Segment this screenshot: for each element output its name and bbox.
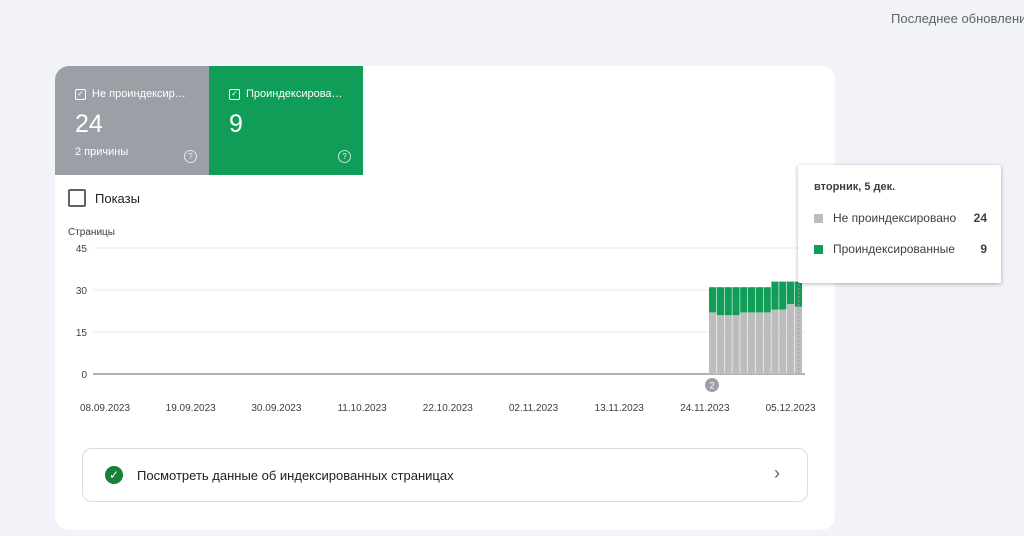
pages-chart: 0 15 30 45 08.09.2023 19.09.2023 30.09.2023 11.… bbox=[76, 244, 816, 414]
not-indexed-count: 24 bbox=[75, 110, 103, 138]
bar-segment bbox=[716, 287, 724, 316]
tooltip-row-value: 9 bbox=[980, 242, 987, 256]
bar-segment bbox=[732, 287, 740, 316]
x-tick-label: 11.10.2023 bbox=[337, 403, 387, 414]
x-tick-label: 13.11.2023 bbox=[595, 403, 645, 414]
x-tick-label: 22.10.2023 bbox=[423, 403, 473, 414]
x-tick-label: 02.11.2023 bbox=[509, 403, 559, 414]
view-indexed-pages-label: Посмотреть данные об индексированных стр… bbox=[137, 467, 454, 483]
bar-segment bbox=[771, 281, 779, 310]
chevron-right-icon: › bbox=[774, 463, 780, 483]
x-tick-label: 24.11.2023 bbox=[680, 403, 730, 414]
x-tick-label: 30.09.2023 bbox=[251, 403, 301, 414]
x-tick-label: 19.09.2023 bbox=[166, 403, 216, 414]
bar-segment bbox=[748, 287, 756, 313]
bar-segment bbox=[709, 287, 717, 313]
bar-segment bbox=[779, 281, 787, 310]
y-tick-label: 45 bbox=[76, 244, 88, 255]
help-icon[interactable]: ? bbox=[184, 150, 197, 163]
indexed-count: 9 bbox=[229, 110, 243, 138]
legend-swatch bbox=[814, 213, 823, 223]
bar-segment bbox=[755, 312, 763, 374]
tooltip-date: вторник, 5 дек. bbox=[814, 181, 896, 193]
indexed-tile[interactable]: ✓ Проиндексирова… 9 ? bbox=[209, 66, 363, 175]
indexed-label: Проиндексирова… bbox=[246, 88, 343, 100]
tooltip-row-not-indexed: Не проиндексировано 24 bbox=[814, 211, 987, 225]
help-icon[interactable]: ? bbox=[338, 150, 351, 163]
checkbox-checked-icon[interactable]: ✓ bbox=[229, 88, 240, 100]
bar-segment bbox=[748, 312, 756, 374]
bar-segment bbox=[724, 287, 732, 316]
bar-segment bbox=[709, 312, 717, 374]
bar-segment bbox=[724, 315, 732, 374]
bar-segment bbox=[740, 287, 748, 313]
y-tick-label: 30 bbox=[76, 286, 88, 297]
bar-segment bbox=[755, 287, 763, 313]
legend-swatch bbox=[814, 244, 823, 254]
bar-segment bbox=[716, 315, 724, 374]
bar-segment bbox=[763, 312, 771, 374]
bar-segment bbox=[787, 281, 795, 304]
impressions-toggle[interactable]: Показы bbox=[68, 189, 140, 207]
not-indexed-label: Не проиндексир… bbox=[92, 88, 186, 100]
tooltip-row-label: Не проиндексировано bbox=[833, 211, 957, 225]
tooltip-row-value: 24 bbox=[973, 211, 987, 225]
bar-segment bbox=[771, 309, 779, 374]
bar-segment bbox=[763, 287, 771, 313]
check-circle-icon: ✓ bbox=[105, 466, 123, 484]
checkbox-checked-icon[interactable]: ✓ bbox=[75, 88, 86, 100]
chart-tooltip: вторник, 5 дек. Не проиндексировано 24 П… bbox=[798, 165, 1001, 283]
view-indexed-pages-link[interactable]: ✓ Посмотреть данные об индексированных с… bbox=[82, 448, 808, 502]
bar-segment bbox=[779, 309, 787, 374]
bar-segment bbox=[732, 315, 740, 374]
y-tick-label: 15 bbox=[76, 328, 88, 339]
x-tick-label: 08.09.2023 bbox=[80, 403, 130, 414]
impressions-label: Показы bbox=[95, 190, 140, 206]
bar-segment bbox=[740, 312, 748, 374]
indexing-report-card: ✓ Не проиндексир… 24 2 причины ? ✓ Проин… bbox=[55, 66, 835, 530]
annotation-label: 2 bbox=[709, 381, 714, 391]
not-indexed-tile[interactable]: ✓ Не проиндексир… 24 2 причины ? bbox=[55, 66, 209, 175]
x-tick-label: 05.12.2023 bbox=[766, 403, 816, 414]
checkbox-unchecked-icon[interactable] bbox=[68, 189, 86, 207]
tooltip-row-indexed: Проиндексированные 9 bbox=[814, 242, 987, 256]
y-tick-label: 0 bbox=[81, 370, 87, 381]
bar-segment bbox=[787, 304, 795, 374]
y-axis-title: Страницы bbox=[68, 227, 115, 238]
last-update-label: Последнее обновлени bbox=[891, 11, 1024, 26]
tooltip-row-label: Проиндексированные bbox=[833, 242, 955, 256]
